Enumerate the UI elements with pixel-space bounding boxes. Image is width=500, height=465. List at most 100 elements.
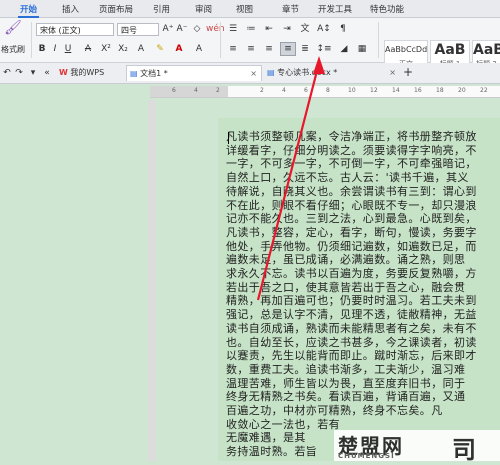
close-icon[interactable]: ×: [250, 66, 257, 82]
ruler-number: 2: [216, 87, 220, 94]
close-icon[interactable]: ×: [389, 65, 396, 81]
text-line: 数，重费工夫。追读书渐多，工夫渐少，温习难: [226, 362, 466, 376]
ruler-number: 20: [458, 87, 466, 94]
tab-developer[interactable]: 开发工具: [318, 3, 352, 15]
tab-my-wps[interactable]: W 我的WPS: [56, 65, 122, 81]
text-line: 自然上口，久远不忘。古人云：'读书千遍，其义: [226, 171, 469, 185]
font-color-icon[interactable]: A: [172, 43, 186, 55]
tab-document-1[interactable]: ▤ 文档1 * ×: [126, 65, 262, 81]
ruler-number: 4: [194, 87, 198, 94]
chevron-left-icon[interactable]: «: [42, 67, 52, 79]
font-size-select[interactable]: 四号: [117, 23, 159, 36]
document-body-text[interactable]: 凡读书须整顿几案，令洁净端正，将书册整齐顿放 详缓看字，仔细分明读之。须要读得字字…: [226, 130, 500, 461]
tab-view[interactable]: 视图: [236, 3, 253, 15]
new-tab-button[interactable]: +: [402, 66, 414, 78]
tab-home[interactable]: 开始: [17, 3, 40, 18]
clear-format-icon[interactable]: ◇: [191, 23, 203, 35]
divider: [220, 22, 221, 58]
text-line: 凡读书须整顿几案，令洁净端正，将书册整齐顿放: [226, 130, 477, 143]
document-icon: ▤: [130, 69, 138, 78]
tab-section[interactable]: 章节: [282, 3, 299, 15]
tab-references[interactable]: 引用: [153, 3, 170, 15]
text-effect-icon[interactable]: A: [135, 43, 147, 55]
ruler-number: 6: [172, 87, 176, 94]
text-line: 记亦不能久也。三到之法，心到最急。心既到矣，: [226, 212, 477, 226]
ruler-number: 16: [414, 87, 422, 94]
undo-icon[interactable]: ↶: [2, 67, 12, 79]
align-left-icon[interactable]: ≡: [226, 43, 240, 55]
style-preview: AaB: [434, 42, 466, 58]
format-painter-label: 格式刷: [1, 45, 25, 54]
horizontal-ruler[interactable]: 6 4 2 2 4 6 8 10 12 14 16 18 20 22: [150, 86, 500, 98]
ruler-number: 22: [480, 87, 488, 94]
ruler-number: 4: [282, 87, 286, 94]
text-line: 详缓看字，仔细分明读之。须要读得字字响亮，不: [226, 143, 477, 157]
tab-label: 文档1 *: [140, 69, 168, 78]
text-line: 他处，手弄他物。仍须细记遍数，如遍数已足，而: [226, 239, 477, 253]
numbered-list-icon[interactable]: ≔: [244, 23, 258, 35]
grow-font-icon[interactable]: A⁺: [162, 23, 174, 35]
text-line: 温理苦难，师生皆以为畏，直至度弃旧书，同于: [226, 376, 466, 390]
ruler-number: 6: [304, 87, 308, 94]
text-line: 强记，总是认字不清，见理不透，徒敝精神，无益: [226, 308, 477, 322]
ribbon-toolbar: 🖌 格式刷 宋体 (正文) 四号 A⁺ A⁻ ◇ wén B I U A X² …: [0, 18, 500, 76]
ribbon-tab-bar: 开始 插入 页面布局 引用 审阅 视图 章节 开发工具 特色功能: [0, 0, 500, 18]
divider: [378, 22, 379, 58]
logo-english: CHUMENGSI: [338, 452, 395, 460]
increase-indent-icon[interactable]: ⇥: [280, 23, 294, 35]
border-icon[interactable]: ▦: [355, 43, 369, 55]
char-shading-icon[interactable]: A: [192, 43, 206, 55]
decrease-indent-icon[interactable]: ⇤: [262, 23, 276, 35]
watermark-logo: 楚盟网 CHUMENGSI 司: [334, 430, 500, 464]
tab-page-layout[interactable]: 页面布局: [99, 3, 133, 15]
align-center-icon[interactable]: ≡: [244, 43, 258, 55]
align-right-icon[interactable]: ≡: [262, 43, 276, 55]
text-line: 求永久不忘。读书以百遍为度，务要反复熟嚼，方: [226, 267, 477, 281]
chinese-layout-icon[interactable]: 文: [298, 23, 312, 35]
text-line: 精熟，再加百遍可也；仍要时时温习。若工夫未到: [226, 294, 477, 308]
text-line: 终身无精熟之书矣。看读百遍，背诵百遍，又通: [226, 390, 466, 404]
tab-review[interactable]: 审阅: [195, 3, 212, 15]
superscript-icon[interactable]: X²: [100, 43, 112, 55]
text-line: 也。自幼至长，应读之书甚多，今之课读者，初读: [226, 335, 477, 349]
subscript-icon[interactable]: X₂: [117, 43, 129, 55]
tab-special[interactable]: 特色功能: [370, 3, 404, 15]
text-line: 遍数未足，虽已成诵，必满遍数。诵之熟，则思: [226, 253, 466, 267]
ruler-number: 14: [392, 87, 400, 94]
bullet-list-icon[interactable]: ☰: [226, 23, 240, 35]
shading-icon[interactable]: ◢: [337, 43, 351, 55]
shrink-font-icon[interactable]: A⁻: [176, 23, 188, 35]
italic-icon[interactable]: I: [50, 43, 60, 55]
highlight-icon[interactable]: ✎: [152, 43, 168, 55]
vertical-ruler[interactable]: [148, 100, 156, 461]
text-line: 百遍之功，中材亦可精熟，终身不忘矣。凡: [226, 404, 443, 418]
tab-label: 专心读书.docx *: [277, 68, 338, 77]
style-preview: AaB: [473, 42, 500, 58]
text-line: 一字，不可多一字，不可倒一字，不可牵强暗记，: [226, 157, 477, 171]
brush-icon[interactable]: 🖌: [4, 21, 22, 35]
distributed-icon[interactable]: ≣: [298, 43, 312, 55]
redo-icon[interactable]: ↷: [14, 67, 24, 79]
show-marks-icon[interactable]: ¶: [337, 23, 349, 35]
text-line: 以蹇责，先生以能背而即止。蹴时渐忘，后来即才: [226, 349, 477, 363]
text-line: 待解说，自晓其义也。余尝谓读书有三到：谓心到: [226, 184, 477, 198]
bold-icon[interactable]: B: [37, 43, 47, 55]
text-line: 不在此，则眼不看仔细；心眼既不专一，却只漫浪: [226, 198, 477, 212]
phonetic-icon[interactable]: wén: [206, 23, 225, 35]
tab-insert[interactable]: 插入: [62, 3, 79, 15]
line-spacing-icon[interactable]: ↕≡: [316, 43, 332, 55]
tab-document-2[interactable]: ▤ 专心读书.docx * ×: [264, 65, 400, 81]
document-tab-bar: ↶ ↷ ▾ « W 我的WPS ▤ 文档1 * × ▤ 专心读书.docx * …: [0, 63, 500, 84]
sort-icon[interactable]: A↕: [316, 23, 332, 35]
strikethrough-icon[interactable]: A: [82, 43, 94, 55]
underline-icon[interactable]: U: [62, 43, 74, 55]
text-line: 若出于吾之口，使其意皆若出于吾之心，融会贯: [226, 280, 466, 294]
justify-icon[interactable]: ≡: [280, 42, 296, 56]
font-name-select[interactable]: 宋体 (正文): [36, 23, 114, 36]
style-preview: AaBbCcDd: [385, 45, 428, 54]
text-line: 凡读书，整容，定心，看字，断句，慢读，务要字: [226, 225, 477, 239]
logo-mark: 司: [452, 436, 476, 464]
divider: [31, 22, 32, 58]
dropdown-icon[interactable]: ▾: [28, 67, 38, 79]
text-cursor: [228, 132, 229, 144]
